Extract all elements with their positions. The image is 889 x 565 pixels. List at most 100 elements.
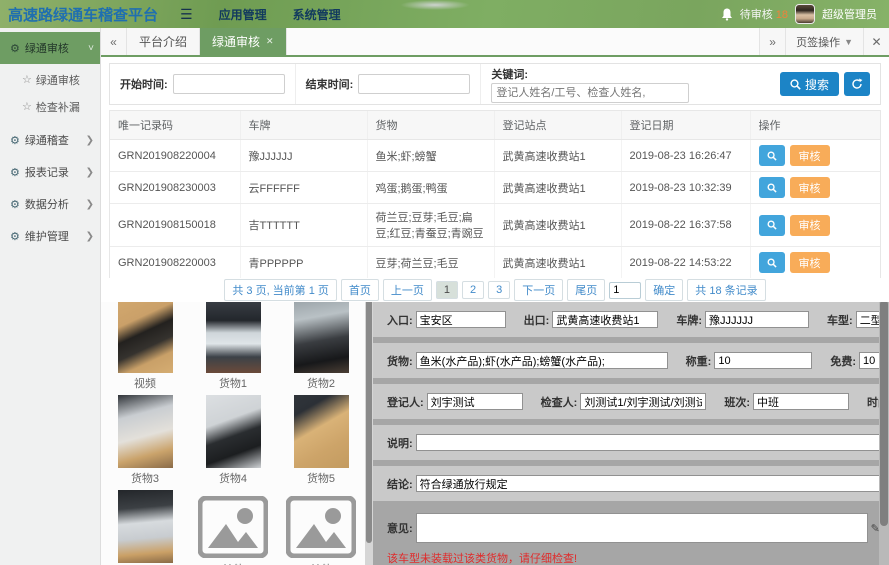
pagination-confirm-button[interactable]: 确定	[645, 279, 684, 301]
tab-operations-dropdown[interactable]: 页签操作 ▼	[785, 28, 863, 55]
pagination-total: 共 18 条记录	[687, 279, 766, 301]
thumbnail-0[interactable]: 视频	[117, 300, 173, 391]
scrollbar-thumb[interactable]	[880, 300, 888, 526]
gear-icon: ⚙	[10, 42, 20, 55]
avatar[interactable]	[795, 4, 815, 24]
thumbnail-photo[interactable]	[117, 490, 173, 563]
tab-0[interactable]: 平台介绍	[127, 28, 201, 55]
search-button[interactable]: 搜索	[779, 72, 839, 96]
pagination-prev[interactable]: 上一页	[382, 279, 432, 301]
start-time-input[interactable]	[172, 74, 285, 94]
thumbnail-photo[interactable]	[293, 300, 349, 373]
end-time-cell: 结束时间:	[296, 64, 482, 104]
cell-code: GRN201908230003	[110, 171, 241, 204]
pagination-next[interactable]: 下一页	[514, 279, 564, 301]
thumbnail-1[interactable]: 货物1	[205, 300, 261, 391]
form-input[interactable]	[552, 311, 659, 328]
tab-bar: « 平台介绍 绿通审核 ✕ » 页签操作 ▼ ✕	[101, 28, 889, 57]
thumbnail-5[interactable]: 货物5	[293, 395, 349, 486]
thumbnail-photo[interactable]	[205, 395, 261, 468]
menu-app-management[interactable]: 应用管理	[219, 6, 267, 23]
form-input[interactable]	[580, 393, 707, 410]
pagination-pages: 123	[434, 281, 512, 299]
cell-station: 武黄高速收费站1	[494, 246, 622, 279]
thumbnail-photo[interactable]	[293, 395, 349, 468]
thumbnail-7[interactable]: 其他	[197, 490, 269, 565]
current-user-name[interactable]: 超级管理员	[822, 6, 877, 22]
view-detail-button[interactable]	[758, 214, 785, 236]
pending-review-label[interactable]: 待审核 18	[740, 6, 788, 22]
pending-count-badge: 18	[775, 9, 788, 21]
menu-system-management[interactable]: 系统管理	[293, 6, 341, 23]
thumbnail-photo[interactable]	[117, 300, 173, 373]
tabs-scroll-left-icon[interactable]: «	[101, 28, 127, 55]
cell-station: 武黄高速收费站1	[494, 171, 622, 204]
review-button[interactable]: 审核	[789, 177, 830, 198]
sidebar-subitem-1[interactable]: ☆ 检查补漏	[0, 93, 100, 120]
pagination-page-2[interactable]: 2	[462, 281, 485, 299]
sidebar-item-2[interactable]: ⚙ 报表记录 ❯	[0, 156, 100, 188]
pagination-jump-input[interactable]	[609, 281, 642, 299]
pagination-page-1[interactable]: 1	[435, 281, 459, 299]
tabs-close-icon[interactable]: ✕	[863, 28, 889, 55]
review-button[interactable]: 审核	[789, 214, 830, 236]
bell-icon[interactable]	[721, 8, 733, 21]
opinion-textarea[interactable]	[415, 513, 868, 543]
table-header-row: 唯一记录码 车牌 货物 登记站点 登记日期 操作	[110, 111, 880, 140]
thumbnail-photo[interactable]	[117, 395, 173, 468]
table-row[interactable]: GRN201908150018 吉TTTTTT 荷兰豆;豆芽;毛豆;扁豆;红豆;青蚕…	[110, 203, 880, 247]
records-table: 唯一记录码 车牌 货物 登记站点 登记日期 操作 GRN201908220004 豫JJJJ…	[110, 111, 880, 296]
review-button[interactable]: 审核	[789, 145, 830, 166]
review-button[interactable]: 审核	[789, 252, 830, 273]
scrollbar-thumb[interactable]	[366, 296, 372, 544]
sidebar-item-0[interactable]: ⚙ 绿通审核 ˅	[0, 32, 100, 64]
view-detail-button[interactable]	[758, 252, 785, 273]
form-input[interactable]	[705, 311, 810, 328]
form-input[interactable]	[426, 393, 523, 410]
search-icon	[766, 182, 777, 193]
tab-1[interactable]: 绿通审核 ✕	[200, 28, 287, 55]
column-header: 车牌	[240, 111, 368, 140]
sidebar-item-3[interactable]: ⚙ 数据分析 ❯	[0, 188, 100, 220]
pagination-bar: 共 3 页, 当前第 1 页 首页 上一页 123 下一页 尾页 确定 共 18…	[101, 278, 889, 302]
view-detail-button[interactable]	[758, 177, 785, 198]
thumbnail-4[interactable]: 货物4	[205, 395, 261, 486]
top-menu: 应用管理 系统管理	[219, 6, 341, 23]
chevron-right-icon: ❯	[85, 166, 94, 178]
cell-date: 2019-08-23 16:26:47	[621, 139, 751, 172]
table-row[interactable]: GRN201908230003 云FFFFFF 鸡蛋;鹅蛋;鸭蛋 武黄高速收费站1 20…	[110, 171, 880, 204]
pagination-page-3[interactable]: 3	[488, 281, 511, 299]
thumbnail-3[interactable]: 货物3	[117, 395, 173, 486]
sidebar-item-4[interactable]: ⚙ 维护管理 ❯	[0, 220, 100, 252]
search-icon	[766, 220, 777, 230]
thumbs-scrollbar[interactable]	[365, 296, 373, 565]
form-input[interactable]	[415, 311, 506, 328]
sidebar-item-1[interactable]: ⚙ 绿通稽查 ❯	[0, 124, 100, 156]
pagination-first[interactable]: 首页	[340, 279, 379, 301]
pagination-last[interactable]: 尾页	[567, 279, 606, 301]
keyword-input[interactable]	[491, 82, 690, 103]
form-input[interactable]	[415, 434, 889, 451]
thumbnail-2[interactable]: 货物2	[293, 300, 349, 391]
table-row[interactable]: GRN201908220003 青PPPPPP 豆芽;荷兰豆;毛豆 武黄高速收费站1 2…	[110, 246, 880, 279]
review-form: 入口:出口:车牌:车型:货物:称重:免费:登记人:检查人:班次:时间:说明:结论…	[373, 296, 889, 565]
end-time-input[interactable]	[358, 74, 471, 94]
refresh-button[interactable]	[844, 72, 870, 96]
form-input[interactable]	[714, 352, 813, 369]
gear-icon: ⚙	[10, 134, 20, 147]
form-input[interactable]	[753, 393, 850, 410]
thumbnail-6[interactable]: 其他	[117, 490, 173, 565]
thumbnail-8[interactable]: 其他	[285, 490, 357, 565]
table-row[interactable]: GRN201908220004 豫JJJJJJ 鱼米;虾;螃蟹 武黄高速收费站1 201…	[110, 139, 880, 172]
view-detail-button[interactable]	[758, 145, 785, 166]
close-icon[interactable]: ✕	[266, 36, 274, 47]
form-input[interactable]	[415, 475, 889, 492]
cell-station: 武黄高速收费站1	[494, 139, 622, 172]
sidebar-subitem-0[interactable]: ☆ 绿通审核	[0, 66, 100, 93]
tabs-scroll-right-icon[interactable]: »	[759, 28, 786, 55]
page-scrollbar[interactable]	[879, 296, 889, 565]
form-input[interactable]	[415, 352, 668, 369]
hamburger-icon[interactable]: ☰	[168, 6, 205, 23]
gear-icon: ⚙	[10, 166, 20, 179]
thumbnail-photo[interactable]	[205, 300, 261, 373]
